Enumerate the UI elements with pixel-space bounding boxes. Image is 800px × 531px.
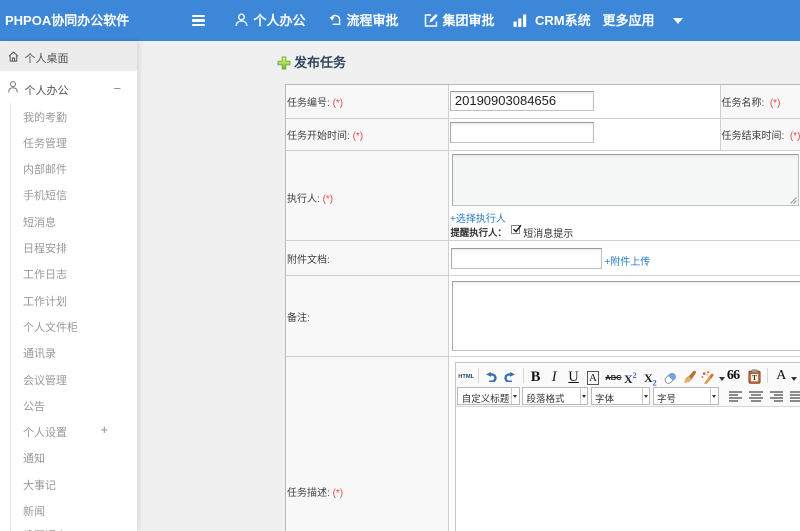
svg-text:T: T: [752, 374, 757, 382]
